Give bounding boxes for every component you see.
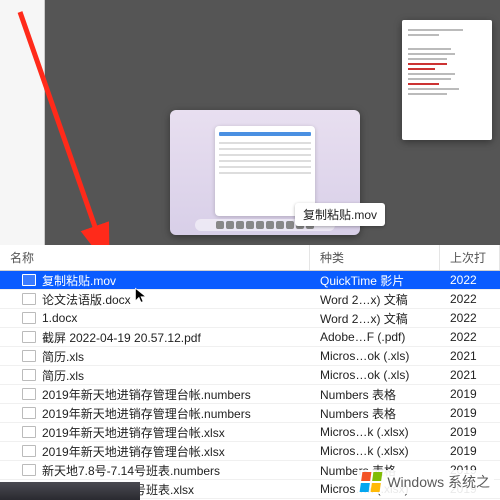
- file-kind: QuickTime 影片: [310, 272, 440, 289]
- file-date: 2019: [440, 387, 500, 401]
- file-name: 简历.xls: [42, 348, 84, 365]
- file-name: 复制粘贴.mov: [42, 272, 116, 289]
- file-row[interactable]: 2019年新天地进销存管理台帐.xlsx Micros…k (.xlsx)2019: [0, 442, 500, 461]
- mov-file-icon: [22, 274, 36, 286]
- file-date: 2019: [440, 406, 500, 420]
- doc-file-icon: [22, 312, 36, 324]
- file-row[interactable]: 1.docx Word 2…x) 文稿2022: [0, 309, 500, 328]
- file-name: 2019年新天地进销存管理台帐.numbers: [42, 405, 251, 422]
- pdf-file-icon: [22, 331, 36, 343]
- doc-file-icon: [22, 293, 36, 305]
- file-date: 2022: [440, 330, 500, 344]
- preview-area: 复制粘贴.mov: [0, 0, 500, 245]
- file-name: 新天地7.8号-7.14号班表.numbers: [42, 462, 220, 479]
- file-row[interactable]: 2019年新天地进销存管理台帐.numbers Numbers 表格2019: [0, 404, 500, 423]
- file-kind: Micros…k (.xlsx): [310, 425, 440, 439]
- file-kind: Micros…ok (.xls): [310, 349, 440, 363]
- file-name: 2019年新天地进销存管理台帐.numbers: [42, 386, 251, 403]
- bottom-strip: [0, 482, 140, 500]
- watermark-text: Windows 系统之: [387, 472, 490, 492]
- file-name: 论文法语版.docx: [42, 291, 131, 308]
- windows-logo-icon: [360, 472, 383, 492]
- file-kind: Micros…k (.xlsx): [310, 444, 440, 458]
- file-row[interactable]: 2019年新天地进销存管理台帐.numbers Numbers 表格2019: [0, 385, 500, 404]
- file-row[interactable]: 截屏 2022-04-19 20.57.12.pdf Adobe…F (.pdf)…: [0, 328, 500, 347]
- file-name: 2019年新天地进销存管理台帐.xlsx: [42, 424, 225, 441]
- column-name[interactable]: 名称: [0, 245, 310, 270]
- xls-file-icon: [22, 369, 36, 381]
- xls-file-icon: [22, 350, 36, 362]
- column-kind[interactable]: 种类: [310, 245, 440, 270]
- file-row[interactable]: 简历.xls Micros…ok (.xls)2021: [0, 366, 500, 385]
- file-row[interactable]: 论文法语版.docx Word 2…x) 文稿2022: [0, 290, 500, 309]
- file-row[interactable]: 复制粘贴.mov QuickTime 影片2022: [0, 271, 500, 290]
- file-date: 2021: [440, 368, 500, 382]
- watermark: Windows 系统之: [357, 470, 494, 494]
- file-kind: Numbers 表格: [310, 405, 440, 422]
- document-thumbnail[interactable]: [402, 20, 492, 140]
- file-name: 简历.xls: [42, 367, 84, 384]
- file-date: 2019: [440, 444, 500, 458]
- num-file-icon: [22, 407, 36, 419]
- xls-file-icon: [22, 445, 36, 457]
- file-date: 2019: [440, 425, 500, 439]
- column-headers[interactable]: 名称 种类 上次打: [0, 245, 500, 271]
- file-kind: Adobe…F (.pdf): [310, 330, 440, 344]
- sidebar-strip: [0, 0, 45, 245]
- file-date: 2022: [440, 311, 500, 325]
- file-row[interactable]: 2019年新天地进销存管理台帐.xlsx Micros…k (.xlsx)2019: [0, 423, 500, 442]
- file-date: 2022: [440, 273, 500, 287]
- file-kind: Word 2…x) 文稿: [310, 310, 440, 327]
- file-list: 名称 种类 上次打 复制粘贴.movQuickTime 影片2022论文法语版.…: [0, 245, 500, 500]
- file-name: 1.docx: [42, 311, 77, 325]
- file-kind: Numbers 表格: [310, 386, 440, 403]
- file-kind: Word 2…x) 文稿: [310, 291, 440, 308]
- num-file-icon: [22, 388, 36, 400]
- xls-file-icon: [22, 426, 36, 438]
- file-date: 2021: [440, 349, 500, 363]
- column-last[interactable]: 上次打: [440, 245, 500, 270]
- file-kind: Micros…ok (.xls): [310, 368, 440, 382]
- file-date: 2022: [440, 292, 500, 306]
- file-row[interactable]: 简历.xls Micros…ok (.xls)2021: [0, 347, 500, 366]
- thumbnail-filename-label: 复制粘贴.mov: [295, 203, 385, 226]
- file-name: 截屏 2022-04-19 20.57.12.pdf: [42, 329, 201, 346]
- file-name: 2019年新天地进销存管理台帐.xlsx: [42, 443, 225, 460]
- num-file-icon: [22, 464, 36, 476]
